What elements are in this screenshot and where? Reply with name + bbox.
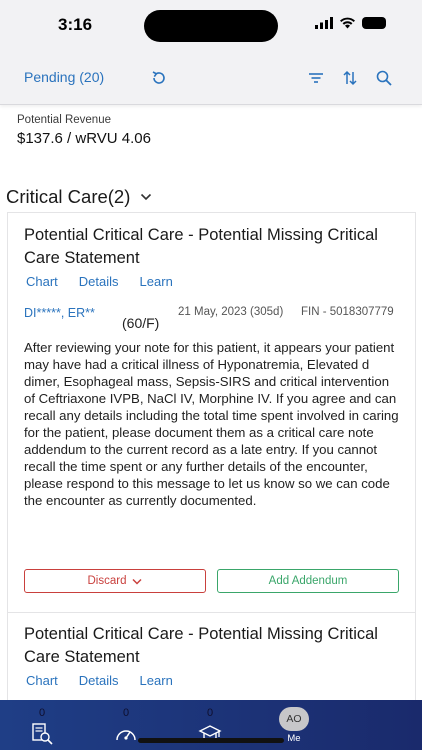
card-title: Potential Critical Care - Potential Miss… (24, 625, 378, 666)
section-header-critical-care[interactable]: Critical Care(2) (6, 186, 152, 208)
section-title: Critical Care(2) (6, 186, 131, 207)
discard-button[interactable]: Discard (24, 569, 206, 593)
chart-link[interactable]: Chart (26, 673, 58, 688)
revenue-value: $137.6 / wRVU 4.06 (17, 130, 151, 147)
status-bar: 3:16 (0, 0, 422, 52)
alert-card: Potential Critical Care - Potential Miss… (7, 212, 416, 614)
tab-count: 0 (122, 707, 130, 719)
learn-link[interactable]: Learn (140, 274, 173, 289)
dynamic-island (144, 10, 278, 42)
encounter-date: 21 May, 2023 (305d) (178, 306, 284, 318)
avatar: AO (279, 707, 309, 731)
tab-count: 0 (38, 707, 46, 719)
filter-icon[interactable] (305, 67, 327, 89)
refresh-icon[interactable] (148, 67, 170, 89)
battery-icon (362, 17, 386, 29)
card-links: Chart Details Learn (26, 673, 194, 688)
chevron-down-icon (141, 193, 152, 201)
patient-name-link[interactable]: DI*****, ER** (24, 305, 104, 321)
card-links: Chart Details Learn (26, 274, 194, 289)
speedometer-icon (116, 730, 136, 741)
document-search-icon (32, 723, 53, 745)
sort-icon[interactable] (339, 67, 361, 89)
revenue-label: Potential Revenue (17, 114, 111, 126)
home-indicator (138, 738, 284, 743)
details-link[interactable]: Details (79, 274, 119, 289)
card-title: Potential Critical Care - Potential Miss… (24, 226, 378, 267)
wifi-icon (340, 17, 355, 29)
pending-filter-button[interactable]: Pending (20) (24, 69, 104, 85)
add-addendum-button[interactable]: Add Addendum (217, 569, 399, 593)
learn-link[interactable]: Learn (140, 673, 173, 688)
status-icons (315, 17, 386, 29)
toolbar: Pending (20) (0, 52, 422, 105)
details-link[interactable]: Details (79, 673, 119, 688)
tab-worklist[interactable]: 0 (12, 700, 72, 750)
card-message: After reviewing your note for this patie… (24, 340, 399, 508)
chevron-down-icon (132, 578, 143, 585)
status-time: 3:16 (58, 15, 93, 34)
fin-number: FIN - 5018307779 (301, 306, 394, 318)
patient-age-sex: (60/F) (122, 315, 160, 331)
chart-link[interactable]: Chart (26, 274, 58, 289)
signal-icon (315, 17, 333, 29)
discard-label: Discard (87, 575, 127, 587)
search-icon[interactable] (373, 67, 395, 89)
tab-count: 0 (206, 707, 214, 719)
